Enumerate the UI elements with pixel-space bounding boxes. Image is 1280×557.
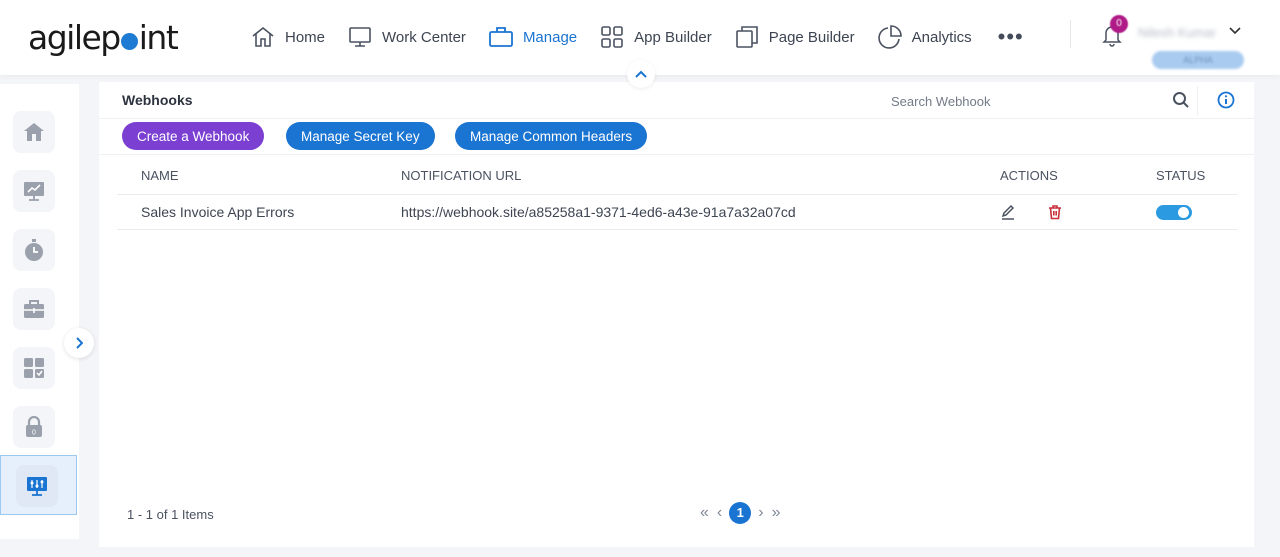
row-status — [1156, 195, 1192, 229]
webhook-name: Sales Invoice App Errors — [141, 204, 295, 220]
sidebar-active-highlight — [0, 455, 77, 515]
nav-manage[interactable]: Manage — [488, 24, 577, 50]
home-icon — [24, 123, 44, 141]
settings-monitor-icon — [27, 477, 47, 496]
chart-monitor-icon — [24, 182, 44, 201]
briefcase-icon — [489, 27, 513, 47]
chevron-right-icon — [76, 337, 83, 349]
table-row: Sales Invoice App Errors https://webhook… — [117, 195, 1237, 230]
nav-analytics[interactable]: Analytics — [877, 24, 972, 50]
webhooks-panel: Webhooks Create a Webhook Manage Secret … — [99, 82, 1254, 547]
panel-header: Webhooks — [99, 82, 1254, 119]
column-header-status[interactable]: STATUS — [1156, 156, 1205, 194]
svg-text:0: 0 — [32, 430, 36, 437]
sidebar-item-security[interactable]: 0 — [13, 406, 55, 448]
pagination-summary: 1 - 1 of 1 Items — [127, 507, 214, 522]
status-toggle[interactable] — [1156, 204, 1192, 220]
chevron-up-icon — [635, 70, 647, 78]
nav-work-center[interactable]: Work Center — [347, 24, 466, 50]
monitor-icon — [349, 27, 371, 47]
collapse-header-button[interactable] — [627, 60, 655, 88]
main-nav: Home Work Center Manage App Builder Page… — [250, 22, 1024, 52]
sidebar-item-dashboard[interactable] — [13, 347, 55, 389]
next-page-button[interactable]: › — [758, 505, 763, 521]
sidebar-item-tools[interactable] — [13, 288, 55, 330]
pages-icon — [735, 26, 758, 48]
column-header-notification-url[interactable]: NOTIFICATION URL — [401, 156, 521, 194]
search-webhook-input[interactable] — [891, 90, 1161, 112]
row-actions — [1000, 195, 1063, 229]
header-divider — [1070, 20, 1071, 48]
pagination: « ‹ 1 › » — [696, 502, 784, 524]
nav-page-builder[interactable]: Page Builder — [734, 24, 855, 50]
home-icon — [252, 26, 274, 47]
agilepoint-logo[interactable]: agilep int — [28, 18, 179, 57]
pie-chart-icon — [877, 25, 902, 49]
search-icon[interactable] — [1172, 91, 1190, 109]
first-page-button[interactable]: « — [700, 505, 709, 521]
more-menu-button[interactable]: ••• — [998, 26, 1024, 48]
dashboard-check-icon — [24, 358, 44, 378]
sidebar-item-home[interactable] — [13, 111, 55, 153]
sidebar-item-integration-settings[interactable] — [16, 465, 58, 507]
manage-common-headers-button[interactable]: Manage Common Headers — [455, 122, 648, 150]
user-menu-chevron-icon[interactable] — [1229, 24, 1241, 39]
stopwatch-icon — [25, 239, 43, 261]
sidebar-item-timer[interactable] — [13, 229, 55, 271]
column-header-name[interactable]: NAME — [141, 156, 179, 194]
notification-badge: 0 — [1110, 15, 1128, 33]
header-divider — [1197, 86, 1198, 116]
webhooks-table: NAME NOTIFICATION URL ACTIONS STATUS Sal… — [117, 156, 1237, 230]
lock-icon: 0 — [26, 415, 42, 437]
create-webhook-button[interactable]: Create a Webhook — [122, 122, 265, 150]
webhook-url: https://webhook.site/a85258a1-9371-4ed6-… — [401, 204, 796, 220]
environment-badge: ALPHA — [1152, 51, 1244, 69]
manage-secret-key-button[interactable]: Manage Secret Key — [286, 122, 435, 150]
grid-icon — [601, 26, 623, 48]
action-toolbar: Create a Webhook Manage Secret Key Manag… — [99, 119, 1254, 155]
last-page-button[interactable]: » — [772, 505, 781, 521]
user-name[interactable]: Nilesh Kumar — [1138, 25, 1216, 40]
expand-sidebar-button[interactable] — [64, 328, 94, 358]
nav-home[interactable]: Home — [250, 24, 325, 50]
current-page-button[interactable]: 1 — [729, 502, 752, 524]
sidebar: 0 — [0, 84, 79, 539]
toolbox-icon — [24, 300, 44, 318]
info-icon[interactable] — [1217, 91, 1235, 109]
nav-app-builder[interactable]: App Builder — [599, 24, 712, 50]
toggle-knob — [1178, 206, 1189, 218]
delete-icon[interactable] — [1047, 204, 1063, 220]
previous-page-button[interactable]: ‹ — [717, 505, 722, 521]
edit-icon[interactable] — [1000, 204, 1016, 220]
page-title: Webhooks — [122, 92, 193, 108]
sidebar-item-monitoring[interactable] — [13, 170, 55, 212]
table-header: NAME NOTIFICATION URL ACTIONS STATUS — [117, 156, 1237, 195]
column-header-actions: ACTIONS — [1000, 167, 1058, 183]
logo-dot — [120, 33, 138, 50]
